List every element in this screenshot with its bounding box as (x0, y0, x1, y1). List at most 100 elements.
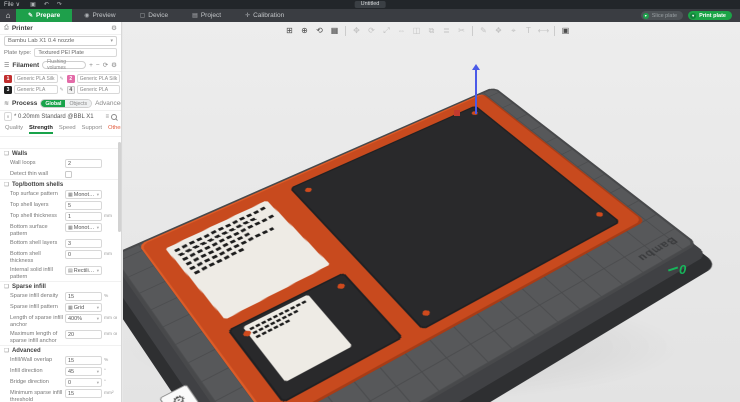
param-input[interactable]: 15 (65, 389, 102, 398)
param-tab-speed[interactable]: Speed (59, 125, 76, 134)
param-input[interactable]: 2 (65, 159, 102, 168)
filament-name[interactable]: Generic PLA Silk (14, 74, 58, 83)
split-parts-icon: ⧉ (425, 24, 438, 37)
param-select[interactable]: ▦Monotonic▾ (65, 223, 102, 232)
preset-collapse-icon[interactable]: ∨ (4, 112, 12, 121)
flushing-volumes-button[interactable]: Flushing volumes (42, 61, 86, 69)
param-select[interactable]: 45▾ (65, 367, 102, 376)
param-label: Bottom shell thickness (10, 250, 65, 264)
undo-icon[interactable]: ↶ (44, 2, 49, 8)
save-icon[interactable]: ▣ (30, 2, 36, 8)
param-row: Maximum length of sparse infill anchor20… (0, 329, 121, 345)
edit-filament-icon[interactable]: ✎ (60, 76, 64, 82)
section-icon: ❑ (4, 182, 9, 188)
chevron-down-icon: ▾ (97, 380, 99, 386)
compare-presets-icon[interactable]: ≡ (105, 114, 109, 120)
printer-settings-gear-icon[interactable]: ⚙ (111, 24, 117, 32)
arrange-icon[interactable]: ▦ (328, 24, 341, 37)
plate-type-value: Textured PEI Plate (38, 50, 84, 56)
param-input[interactable]: 0 (65, 250, 102, 259)
section-icon: ❑ (4, 284, 9, 290)
tab-device[interactable]: ▢Device (128, 9, 181, 22)
filament-name[interactable]: Generic PLA (14, 85, 58, 94)
param-input[interactable]: 15 (65, 292, 102, 301)
printer-preset-select[interactable]: Bambu Lab X1 0.4 nozzle ▾ (4, 36, 117, 46)
param-tab-others[interactable]: Others (108, 125, 122, 134)
plate-type-select[interactable]: Textured PEI Plate (34, 48, 117, 57)
param-sections: ❑WallsWall loops2Detect thin wall❑Top/bo… (0, 148, 121, 402)
print-dropdown-icon[interactable]: ▾ (690, 13, 696, 19)
param-select[interactable]: 0▾ (65, 378, 102, 387)
filament-settings-gear-icon[interactable]: ⚙ (111, 61, 117, 69)
printer-section-header: ⎙ Printer ⚙ (0, 22, 121, 35)
param-checkbox[interactable] (65, 171, 72, 178)
scope-objects[interactable]: Objects (65, 100, 91, 107)
section-title: Top/bottom shells (12, 182, 63, 188)
section-title: Sparse infill (12, 284, 46, 290)
param-tab-quality[interactable]: Quality (5, 125, 23, 134)
param-select[interactable]: ▦Monotonic▾ (65, 190, 102, 199)
filament-section-header: ☰ Filament Flushing volumes + − ⟳ ⚙ (0, 59, 121, 72)
param-select[interactable]: ▦Grid▾ (65, 303, 102, 312)
filament-name[interactable]: Generic PLA Silk (77, 74, 121, 83)
sync-filament-icon[interactable]: ⟳ (103, 61, 108, 69)
filament-name[interactable]: Generic PLA (77, 85, 121, 94)
remove-filament-icon[interactable]: − (96, 62, 100, 69)
print-plate-label: Print plate (699, 13, 726, 19)
param-control: 2 (65, 159, 117, 168)
tab-actions: ▾ Slice plate ▾ Print plate (641, 9, 740, 22)
printer-preset-value: Bambu Lab X1 0.4 nozzle (8, 38, 74, 44)
filament-icon: ☰ (4, 62, 9, 69)
add-object-icon[interactable]: ⊞ (283, 24, 296, 37)
add-filament-icon[interactable]: + (89, 62, 93, 69)
edit-filament-icon[interactable]: ✎ (60, 87, 64, 93)
param-input[interactable]: 1 (65, 212, 102, 221)
param-value: 0 (68, 252, 71, 258)
filament-color-swatch[interactable]: 3 (4, 86, 12, 94)
home-icon[interactable]: ⌂ (0, 9, 16, 22)
tab-prepare[interactable]: ✎Prepare (16, 9, 72, 22)
print-plate-button[interactable]: ▾ Print plate (688, 11, 732, 20)
param-row: Infill direction45▾° (0, 366, 121, 377)
param-input[interactable]: 5 (65, 201, 102, 210)
param-control: 45▾° (65, 367, 117, 376)
param-input[interactable]: 20 (65, 330, 102, 339)
auto-orient-icon[interactable]: ⟲ (313, 24, 326, 37)
viewport-3d[interactable]: ⊞⊕⟲▦✥⟳⤢⇔◫⧉≣✂✎❖⌖T⟷▣ Bambu (123, 22, 740, 402)
add-plate-icon[interactable]: ⊕ (298, 24, 311, 37)
slice-dropdown-icon[interactable]: ▾ (643, 13, 649, 19)
param-tab-support[interactable]: Support (82, 125, 102, 134)
redo-icon[interactable]: ↷ (57, 2, 62, 8)
tab-project[interactable]: ▤Project (180, 9, 233, 22)
file-menu[interactable]: File ∨ (4, 1, 20, 8)
scope-global[interactable]: Global (41, 100, 65, 107)
process-preset-value: * 0.20mm Standard @BBL X1 (14, 114, 94, 120)
chevron-down-icon: ∨ (16, 1, 20, 8)
search-icon[interactable] (111, 114, 117, 120)
sidebar-scrollbar[interactable] (118, 142, 121, 232)
param-control: 5 (65, 201, 117, 210)
slice-plate-button[interactable]: ▾ Slice plate (641, 11, 683, 20)
filament-color-swatch[interactable]: 4 (67, 86, 75, 94)
param-input[interactable]: 3 (65, 239, 102, 248)
param-input[interactable]: 15 (65, 356, 102, 365)
filament-color-swatch[interactable]: 2 (67, 75, 75, 83)
section-title: Advanced (12, 348, 41, 354)
param-row: Bottom surface pattern▦Monotonic▾ (0, 222, 121, 238)
param-unit: mm (104, 212, 117, 221)
param-tab-strength[interactable]: Strength (29, 125, 53, 134)
tab-calibration[interactable]: ✛Calibration (233, 9, 296, 22)
param-select[interactable]: ▤Rectilinear▾ (65, 266, 102, 275)
process-preset-select[interactable]: * 0.20mm Standard @BBL X1 (14, 114, 103, 120)
param-row: Sparse infill pattern▦Grid▾ (0, 302, 121, 313)
filament-color-swatch[interactable]: 1 (4, 75, 12, 83)
assembly-view-icon[interactable]: ▣ (559, 24, 572, 37)
bambu-studio-window: File ∨ ▣↶↷ Untitled ⌂ ✎Prepare◉Preview▢D… (0, 0, 740, 402)
text-tool-icon: T (522, 24, 535, 37)
process-scope-toggle[interactable]: GlobalObjects (40, 99, 92, 108)
param-row: Length of sparse infill anchor400%▾mm or… (0, 313, 121, 329)
tab-device-label: Device (148, 12, 168, 19)
param-select[interactable]: 400%▾ (65, 314, 102, 323)
tab-preview[interactable]: ◉Preview (72, 9, 127, 22)
pattern-icon: ▦ (68, 192, 73, 198)
